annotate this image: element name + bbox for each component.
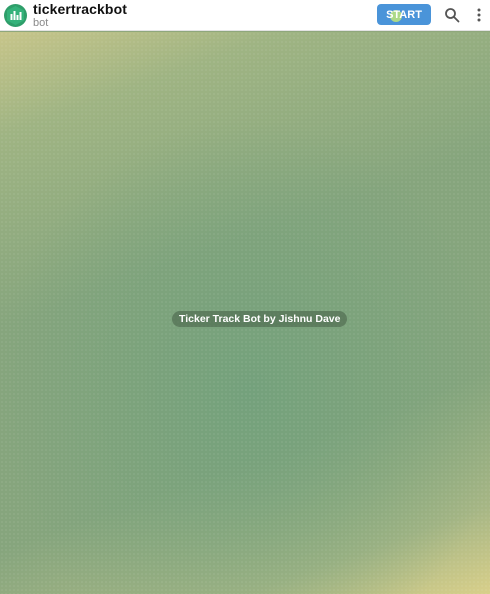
chat-header: tickertrackbot bot START bbox=[0, 0, 490, 31]
search-icon bbox=[445, 8, 460, 23]
start-button-label: START bbox=[386, 8, 422, 21]
more-menu-button[interactable] bbox=[472, 5, 486, 25]
bot-name: tickertrackbot bbox=[33, 1, 127, 17]
bot-status: bot bbox=[33, 17, 49, 29]
search-button[interactable] bbox=[442, 5, 462, 25]
service-message: Ticker Track Bot by Jishnu Dave bbox=[172, 311, 348, 327]
bot-avatar[interactable] bbox=[4, 4, 27, 27]
start-button[interactable]: START bbox=[377, 4, 431, 25]
chart-bars-icon bbox=[7, 6, 24, 25]
chat-title-block[interactable]: tickertrackbot bot bbox=[33, 1, 127, 29]
more-vert-icon bbox=[477, 8, 481, 22]
